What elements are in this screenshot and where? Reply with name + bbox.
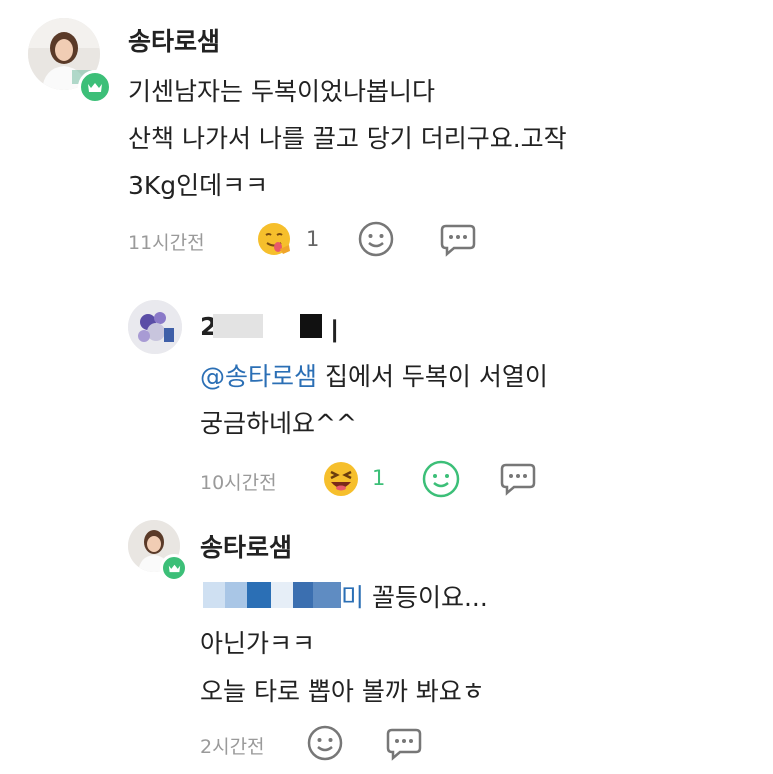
comment-text-line: 기센남자는 두복이었나봅니다 <box>128 77 435 106</box>
reaction-count: 1 <box>306 227 320 251</box>
redacted-block <box>300 314 322 338</box>
comment-timestamp: 2시간전 <box>200 736 265 758</box>
redacted-block <box>271 582 293 608</box>
redacted-block <box>293 582 313 608</box>
add-reaction-icon[interactable] <box>306 724 344 766</box>
comment-timestamp: 11시간전 <box>128 232 205 254</box>
comment-text-line: 아닌가ㅋㅋ <box>200 629 316 658</box>
crown-icon <box>78 70 112 104</box>
comment-1: 송타로샘 기센남자는 두복이었나봅니다 산책 나가서 나를 끌고 당기 더리구요… <box>0 0 773 270</box>
mention-link[interactable]: 미 <box>341 583 364 612</box>
add-reaction-icon-active[interactable] <box>421 459 461 503</box>
redacted-block <box>225 582 247 608</box>
comment-author-tail: ㅣ <box>323 317 347 346</box>
reaction-count: 1 <box>372 466 386 490</box>
comment-text-line: 3Kg인데ㅋㅋ <box>128 171 269 200</box>
comment-text-line: 산책 나가서 나를 끌고 당기 더리구요.고작 <box>128 124 567 153</box>
comment-text-line: 오늘 타로 뽑아 볼까 봐요ㅎ <box>200 677 485 706</box>
crown-icon <box>160 554 188 582</box>
reply-comment-1: 2 ㅣ @송타로샘 집에서 두복이 서열이 궁금하네요^^ 10시간전 1 <box>0 290 773 510</box>
redacted-block <box>213 314 263 338</box>
comment-text-line: 미 꼴등이요... <box>341 583 488 612</box>
comment-text-line: @송타로샘 집에서 두복이 서열이 <box>200 362 548 391</box>
laughing-emoji-icon[interactable] <box>322 460 360 502</box>
reply-icon[interactable] <box>384 724 424 766</box>
redacted-block <box>203 582 225 608</box>
comment-timestamp: 10시간전 <box>200 472 277 494</box>
comment-author[interactable]: 송타로샘 <box>200 528 292 564</box>
redacted-block <box>313 582 341 608</box>
redacted-block <box>247 582 271 608</box>
reply-comment-2: 송타로샘 미 꼴등이요... 아닌가ㅋㅋ 오늘 타로 뽑아 볼까 봐요ㅎ 2시간… <box>0 510 773 774</box>
reply-icon[interactable] <box>438 220 478 262</box>
avatar[interactable] <box>128 300 182 354</box>
reply-icon[interactable] <box>498 459 538 501</box>
add-reaction-icon[interactable] <box>357 220 395 262</box>
comment-text-line: 궁금하네요^^ <box>200 409 357 438</box>
comment-author[interactable]: 송타로샘 <box>128 22 220 58</box>
mention-link[interactable]: @송타로샘 <box>200 362 317 391</box>
tongue-emoji-icon[interactable] <box>256 221 294 263</box>
